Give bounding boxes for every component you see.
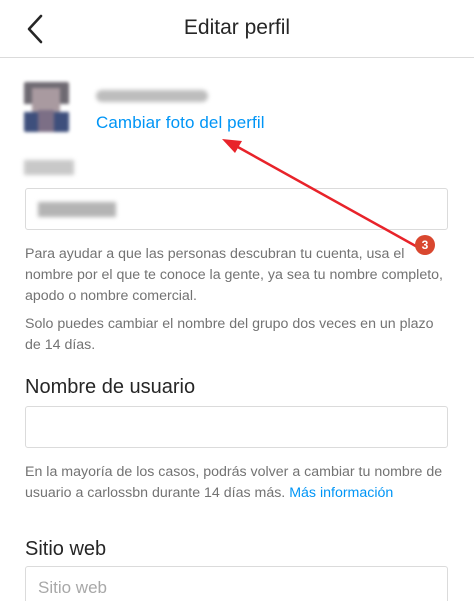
username-section-title: Nombre de usuario (25, 376, 196, 398)
page-title: Editar perfil (183, 16, 291, 39)
top-bar: Editar perfil (0, 0, 474, 58)
step-number-badge: 3 (415, 235, 435, 255)
redacted-name-label (24, 160, 74, 175)
name-field[interactable] (25, 188, 448, 230)
redacted-name-value (38, 202, 116, 217)
website-section-title: Sitio web (25, 538, 107, 560)
more-info-link[interactable]: Más información (289, 485, 393, 501)
redacted-username (96, 90, 208, 102)
change-profile-photo-link[interactable]: Cambiar foto del perfil (96, 113, 265, 133)
name-change-limit-text: Solo puedes cambiar el nombre del grupo … (25, 316, 434, 353)
username-field[interactable] (25, 406, 448, 448)
avatar[interactable] (24, 82, 69, 132)
name-help-text: Para ayudar a que las personas descubran… (25, 246, 443, 304)
website-field[interactable] (25, 566, 448, 601)
username-help-text: En la mayoría de los casos, podrás volve… (25, 462, 445, 504)
edit-profile-screen: Editar perfil Cambiar foto del perfil Pa… (0, 0, 474, 601)
